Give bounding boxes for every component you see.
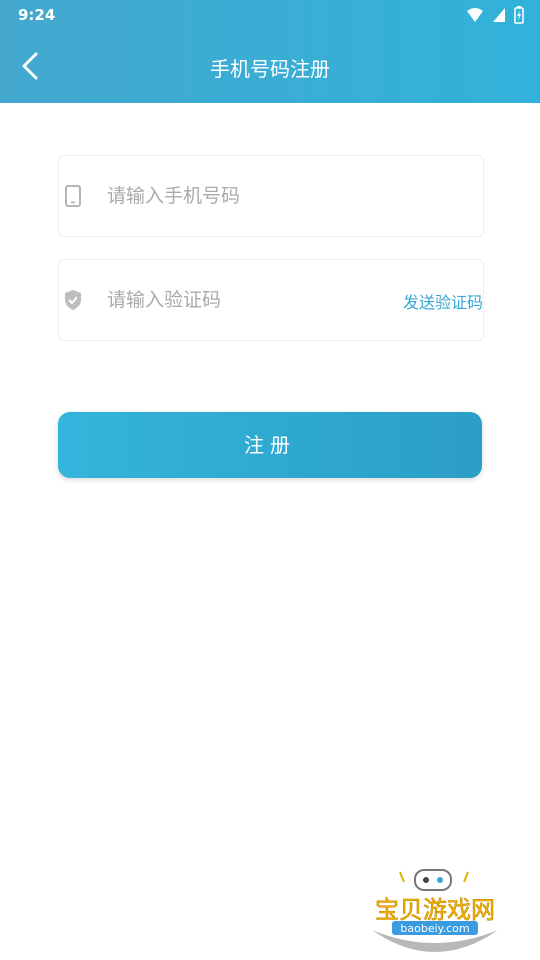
register-button[interactable]: 注册 <box>58 412 482 478</box>
signal-icon <box>493 8 505 22</box>
shield-check-icon <box>65 290 81 310</box>
watermark-domain: baobeiy.com <box>400 922 469 935</box>
wifi-icon <box>467 8 483 22</box>
battery-icon <box>514 6 524 24</box>
status-bar: 9:24 <box>0 0 540 32</box>
watermark-title: 宝贝游戏网 <box>375 896 495 924</box>
phone-icon <box>65 185 81 207</box>
verification-code-input[interactable] <box>107 260 407 340</box>
site-watermark-logo: 宝贝游戏网 baobeiy.com <box>372 869 498 952</box>
page-title: 手机号码注册 <box>210 57 330 81</box>
top-app-bar: 9:24 手机号码注册 <box>0 0 540 103</box>
status-icons <box>466 6 524 24</box>
status-time: 9:24 <box>18 6 56 24</box>
verification-code-field[interactable]: 发送验证码 <box>58 259 484 341</box>
phone-input[interactable] <box>107 156 407 236</box>
phone-field[interactable] <box>58 155 484 237</box>
send-code-button[interactable]: 发送验证码 <box>403 289 483 313</box>
